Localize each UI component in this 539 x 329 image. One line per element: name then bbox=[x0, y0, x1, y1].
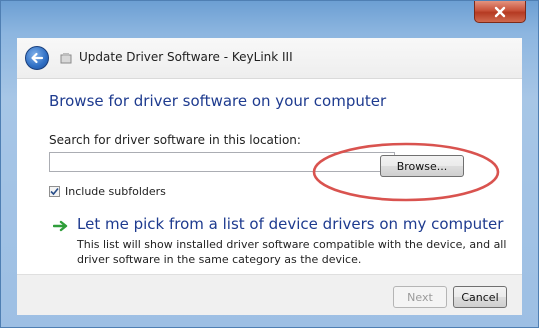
page-heading: Browse for driver software on your compu… bbox=[49, 92, 387, 110]
dialog-content: Browse for driver software on your compu… bbox=[17, 79, 522, 274]
pick-from-list-link[interactable]: Let me pick from a list of device driver… bbox=[77, 215, 503, 233]
include-subfolders-option[interactable]: Include subfolders bbox=[49, 185, 166, 198]
device-icon bbox=[60, 53, 72, 64]
next-button[interactable]: Next bbox=[393, 286, 447, 308]
window-title: Update Driver Software - KeyLink III bbox=[79, 50, 293, 64]
dialog-footer: Next Cancel bbox=[17, 274, 522, 315]
pick-from-list-description: This list will show installed driver sof… bbox=[77, 238, 507, 266]
checkmark-icon bbox=[50, 187, 59, 196]
close-icon bbox=[494, 6, 506, 17]
include-subfolders-label: Include subfolders bbox=[65, 185, 166, 198]
title-bar: Update Driver Software - KeyLink III bbox=[17, 38, 522, 79]
back-arrow-icon bbox=[31, 52, 44, 64]
back-button[interactable] bbox=[25, 46, 49, 70]
green-arrow-icon bbox=[53, 220, 68, 232]
search-location-label: Search for driver software in this locat… bbox=[49, 133, 301, 147]
dialog-frame: Update Driver Software - KeyLink III Bro… bbox=[0, 0, 539, 328]
include-subfolders-checkbox[interactable] bbox=[49, 186, 60, 197]
close-button[interactable] bbox=[474, 1, 526, 23]
browse-button[interactable]: Browse... bbox=[380, 155, 464, 177]
cancel-button[interactable]: Cancel bbox=[453, 286, 507, 308]
search-location-combobox[interactable] bbox=[49, 152, 395, 172]
